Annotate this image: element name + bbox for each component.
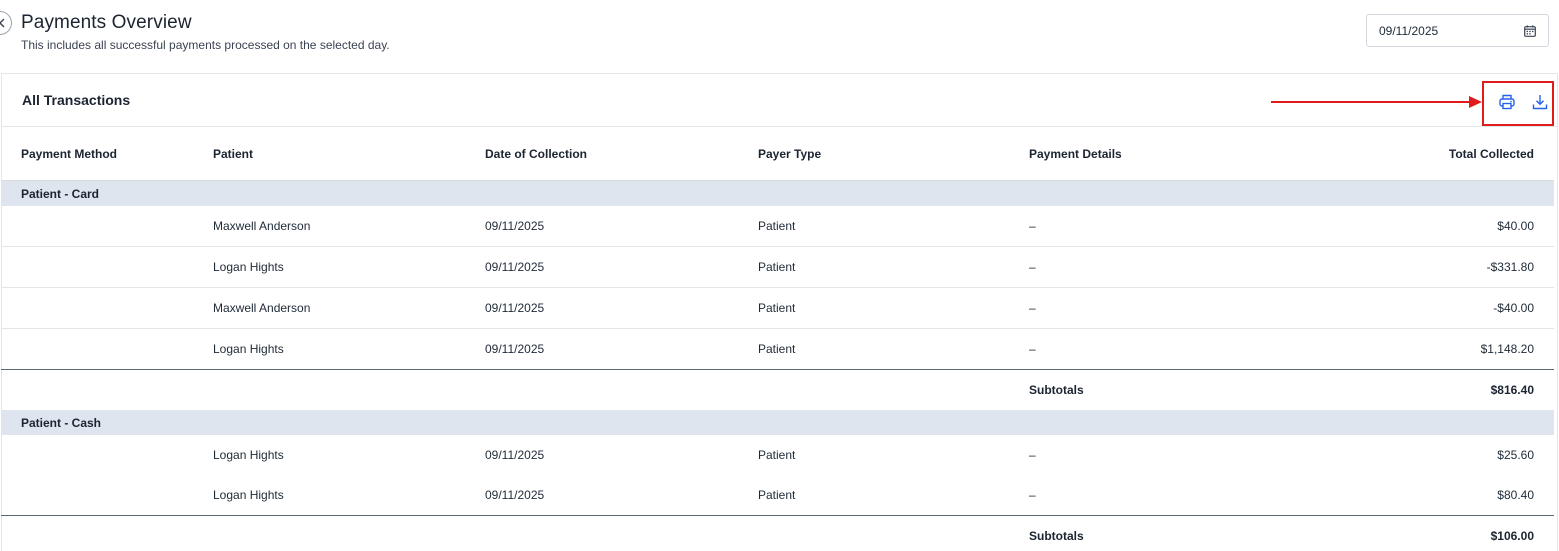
group-label: Patient - Card	[21, 186, 100, 201]
table-row[interactable]: Logan Hights 09/11/2025 Patient – $80.40	[1, 475, 1554, 515]
date-cell: 09/11/2025	[485, 260, 545, 274]
date-input[interactable]	[1379, 23, 1499, 38]
transactions-table: Payment Method Patient Date of Collectio…	[1, 127, 1554, 551]
total-cell: -$331.80	[1486, 260, 1534, 274]
date-cell: 09/11/2025	[485, 219, 545, 233]
total-cell: $1,148.20	[1480, 342, 1534, 356]
printer-icon	[1499, 94, 1515, 110]
payer-cell: Patient	[758, 219, 796, 233]
patient-cell: Logan Hights	[213, 260, 284, 274]
panel-title: All Transactions	[22, 92, 131, 108]
column-header-date: Date of Collection	[485, 146, 588, 161]
date-cell: 09/11/2025	[485, 448, 545, 462]
date-cell: 09/11/2025	[485, 301, 545, 315]
column-header-payment-details: Payment Details	[1029, 146, 1122, 161]
date-cell: 09/11/2025	[485, 488, 545, 502]
subtotal-label: Subtotals	[1029, 529, 1084, 543]
date-cell: 09/11/2025	[485, 342, 545, 356]
patient-cell: Logan Hights	[213, 342, 284, 356]
details-cell: –	[1029, 260, 1036, 274]
group-row-card: Patient - Card	[1, 181, 1554, 206]
patient-cell: Logan Hights	[213, 448, 284, 462]
patient-cell: Maxwell Anderson	[213, 219, 311, 233]
details-cell: –	[1029, 448, 1036, 462]
details-cell: –	[1029, 301, 1036, 315]
table-row[interactable]: Logan Hights 09/11/2025 Patient – $25.60	[1, 435, 1554, 475]
table-header-row: Payment Method Patient Date of Collectio…	[1, 127, 1554, 181]
details-cell: –	[1029, 488, 1036, 502]
page-title: Payments Overview	[21, 12, 192, 33]
group-row-cash: Patient - Cash	[1, 410, 1554, 435]
back-button[interactable]	[0, 11, 12, 35]
table-row[interactable]: Logan Hights 09/11/2025 Patient – $1,148…	[1, 329, 1554, 369]
column-header-patient: Patient	[213, 146, 254, 161]
column-header-payment-method: Payment Method	[21, 146, 118, 161]
subtotal-value: $106.00	[1490, 529, 1534, 543]
patient-cell: Logan Hights	[213, 488, 284, 502]
subtotal-label: Subtotals	[1029, 383, 1084, 397]
column-header-total: Total Collected	[1448, 146, 1534, 161]
details-cell: –	[1029, 219, 1036, 233]
total-cell: $25.60	[1497, 448, 1534, 462]
page-subtitle: This includes all successful payments pr…	[21, 38, 390, 52]
total-cell: $80.40	[1497, 488, 1534, 502]
details-cell: –	[1029, 342, 1036, 356]
payer-cell: Patient	[758, 260, 796, 274]
download-button[interactable]	[1529, 91, 1551, 113]
date-picker[interactable]	[1366, 14, 1549, 47]
download-icon	[1532, 95, 1548, 110]
table-row[interactable]: Maxwell Anderson 09/11/2025 Patient – -$…	[1, 288, 1554, 329]
column-header-payer-type: Payer Type	[758, 146, 822, 161]
payer-cell: Patient	[758, 488, 796, 502]
chevron-left-icon	[0, 18, 5, 28]
calendar-icon[interactable]	[1524, 24, 1536, 37]
payer-cell: Patient	[758, 342, 796, 356]
total-cell: $40.00	[1497, 219, 1534, 233]
subtotal-value: $816.40	[1490, 383, 1534, 397]
panel-header: All Transactions	[2, 74, 1557, 127]
total-cell: -$40.00	[1493, 301, 1534, 315]
payer-cell: Patient	[758, 448, 796, 462]
table-row[interactable]: Logan Hights 09/11/2025 Patient – -$331.…	[1, 247, 1554, 288]
subtotal-row-card: Subtotals $816.40	[1, 369, 1554, 410]
subtotal-row-cash: Subtotals $106.00	[1, 515, 1554, 551]
payer-cell: Patient	[758, 301, 796, 315]
patient-cell: Maxwell Anderson	[213, 301, 311, 315]
table-row[interactable]: Maxwell Anderson 09/11/2025 Patient – $4…	[1, 206, 1554, 247]
group-label: Patient - Cash	[21, 415, 102, 430]
print-button[interactable]	[1496, 91, 1518, 113]
